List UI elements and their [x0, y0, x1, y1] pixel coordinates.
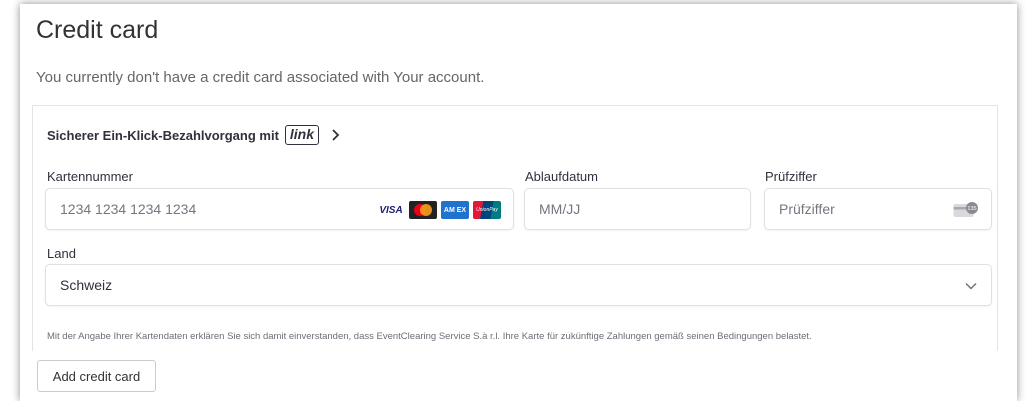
page-subtitle: You currently don't have a credit card a…: [36, 69, 485, 86]
chevron-down-icon: [965, 283, 977, 290]
card-number-input[interactable]: 1234 1234 1234 1234 VISA AM EX UnionPay: [45, 188, 514, 230]
unionpay-icon: UnionPay: [473, 201, 501, 219]
cvc-label: Prüfziffer: [765, 169, 817, 184]
cvc-card-icon: 135: [953, 202, 978, 217]
visa-icon: VISA: [377, 201, 405, 219]
add-credit-card-button[interactable]: Add credit card: [37, 360, 156, 392]
expiry-label: Ablaufdatum: [525, 169, 598, 184]
expiry-input[interactable]: MM/JJ: [524, 188, 751, 230]
expiry-placeholder: MM/JJ: [539, 201, 581, 217]
country-select[interactable]: Schweiz: [45, 264, 992, 306]
country-label: Land: [47, 246, 76, 261]
payment-form: Sicherer Ein-Klick-Bezahlvorgang mit lin…: [32, 105, 998, 351]
chevron-right-icon: [332, 129, 340, 141]
amex-icon: AM EX: [441, 201, 469, 219]
credit-card-panel: Credit card You currently don't have a c…: [20, 4, 1017, 401]
link-checkout-row[interactable]: Sicherer Ein-Klick-Bezahlvorgang mit lin…: [47, 125, 343, 145]
cvc-placeholder: Prüfziffer: [779, 201, 835, 217]
card-number-label: Kartennummer: [47, 169, 133, 184]
page-title: Credit card: [36, 16, 159, 44]
country-value: Schweiz: [60, 277, 113, 293]
link-logo: link: [284, 125, 320, 145]
mastercard-icon: [409, 201, 437, 219]
link-checkout-text: Sicherer Ein-Klick-Bezahlvorgang mit: [47, 127, 279, 143]
cvc-input[interactable]: Prüfziffer 135: [764, 188, 992, 230]
card-brands: VISA AM EX UnionPay: [377, 201, 501, 219]
svg-text:135: 135: [967, 206, 976, 212]
terms-text: Mit der Angabe Ihrer Kartendaten erkläre…: [47, 331, 812, 342]
card-number-placeholder: 1234 1234 1234 1234: [60, 201, 197, 217]
page-frame: Credit card You currently don't have a c…: [0, 0, 1028, 401]
